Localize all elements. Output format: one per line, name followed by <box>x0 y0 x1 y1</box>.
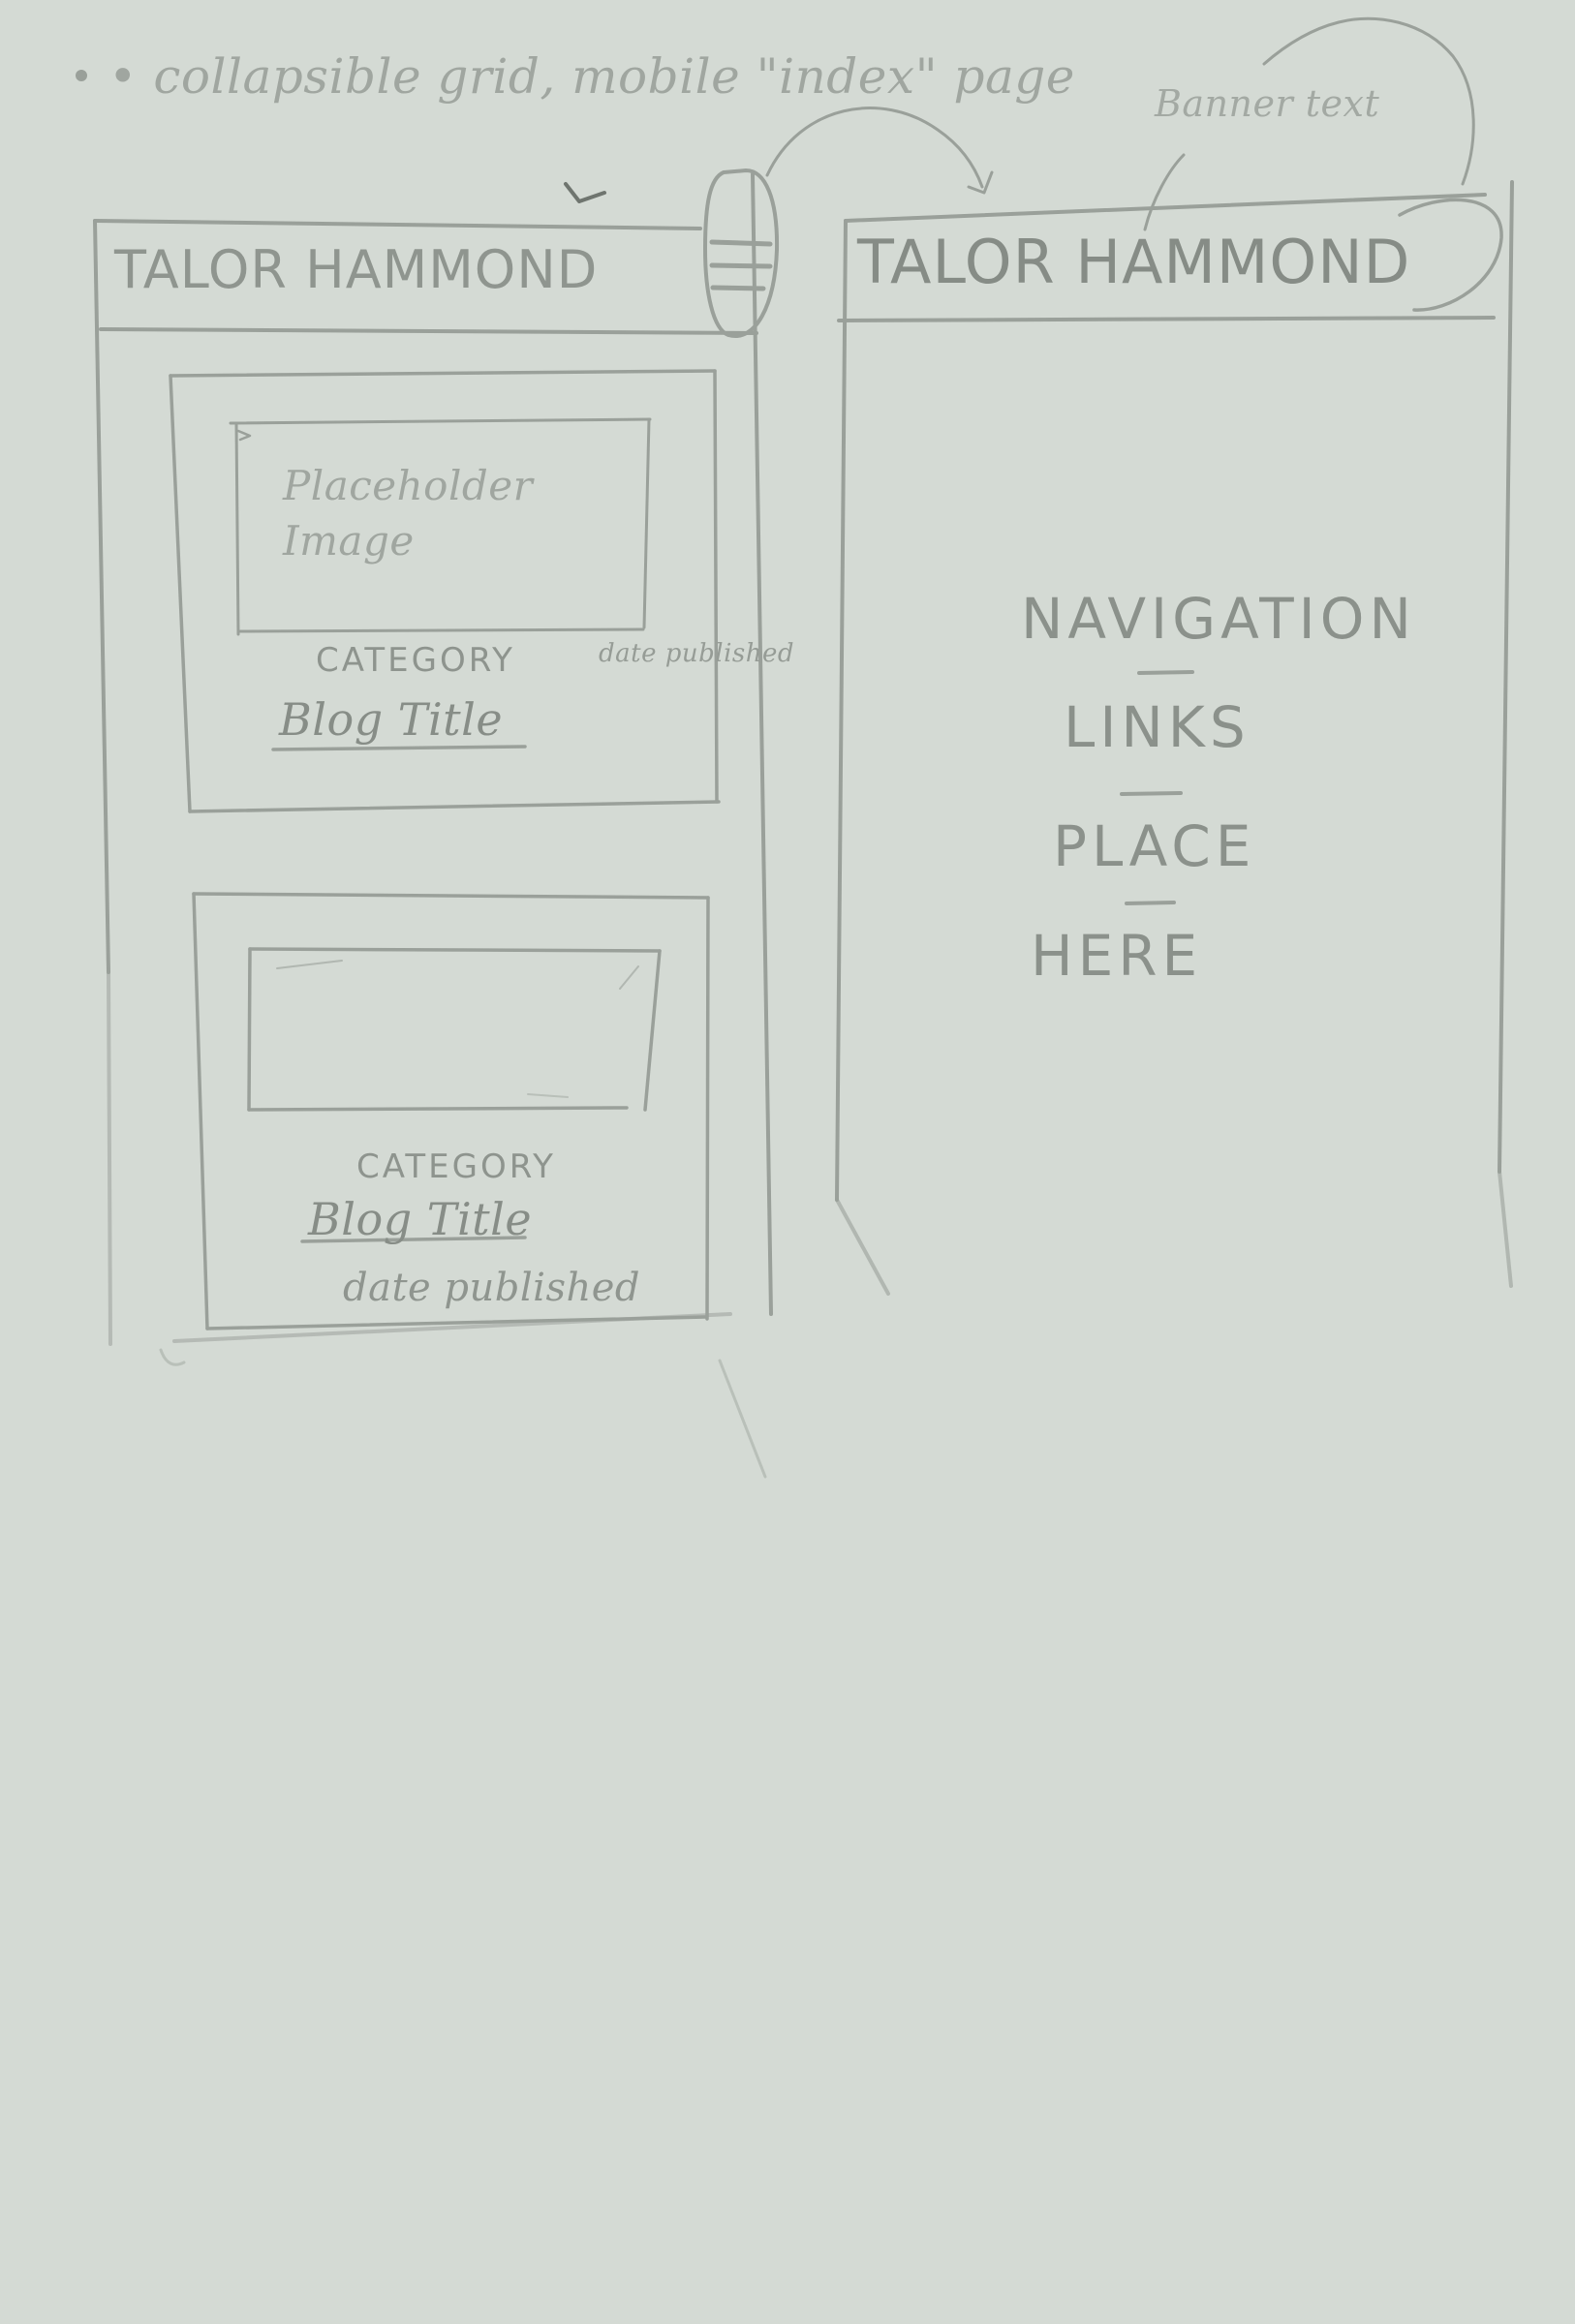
nav-link-navigation[interactable]: NAVIGATION <box>1021 591 1416 647</box>
nav-link-here[interactable]: HERE <box>1031 928 1202 984</box>
left-card-title-2[interactable]: Blog Title <box>308 1197 532 1241</box>
wireframe-sketch <box>76 16 1514 1479</box>
sketch-note-top: • collapsible grid, mobile "index" page <box>108 48 1075 105</box>
right-screen-brand: TALOR HAMMOND <box>857 227 1411 297</box>
close-icon[interactable] <box>1412 218 1488 286</box>
left-card-image-placeholder: Placeholder Image <box>283 462 534 565</box>
left-screen-brand: TALOR HAMMOND <box>114 239 599 300</box>
sketch-note-banner-text: Banner text <box>1155 82 1380 125</box>
left-card-date-1: date published <box>599 639 795 668</box>
nav-link-place[interactable]: PLACE <box>1053 818 1255 874</box>
left-card-category-1: CATEGORY <box>316 641 515 680</box>
hamburger-menu-icon[interactable] <box>705 172 778 335</box>
nav-link-links[interactable]: LINKS <box>1064 699 1251 755</box>
left-card-category-2: CATEGORY <box>356 1147 556 1186</box>
left-card-title-1[interactable]: Blog Title <box>279 697 503 742</box>
left-card-date-2: date published <box>343 1266 641 1310</box>
